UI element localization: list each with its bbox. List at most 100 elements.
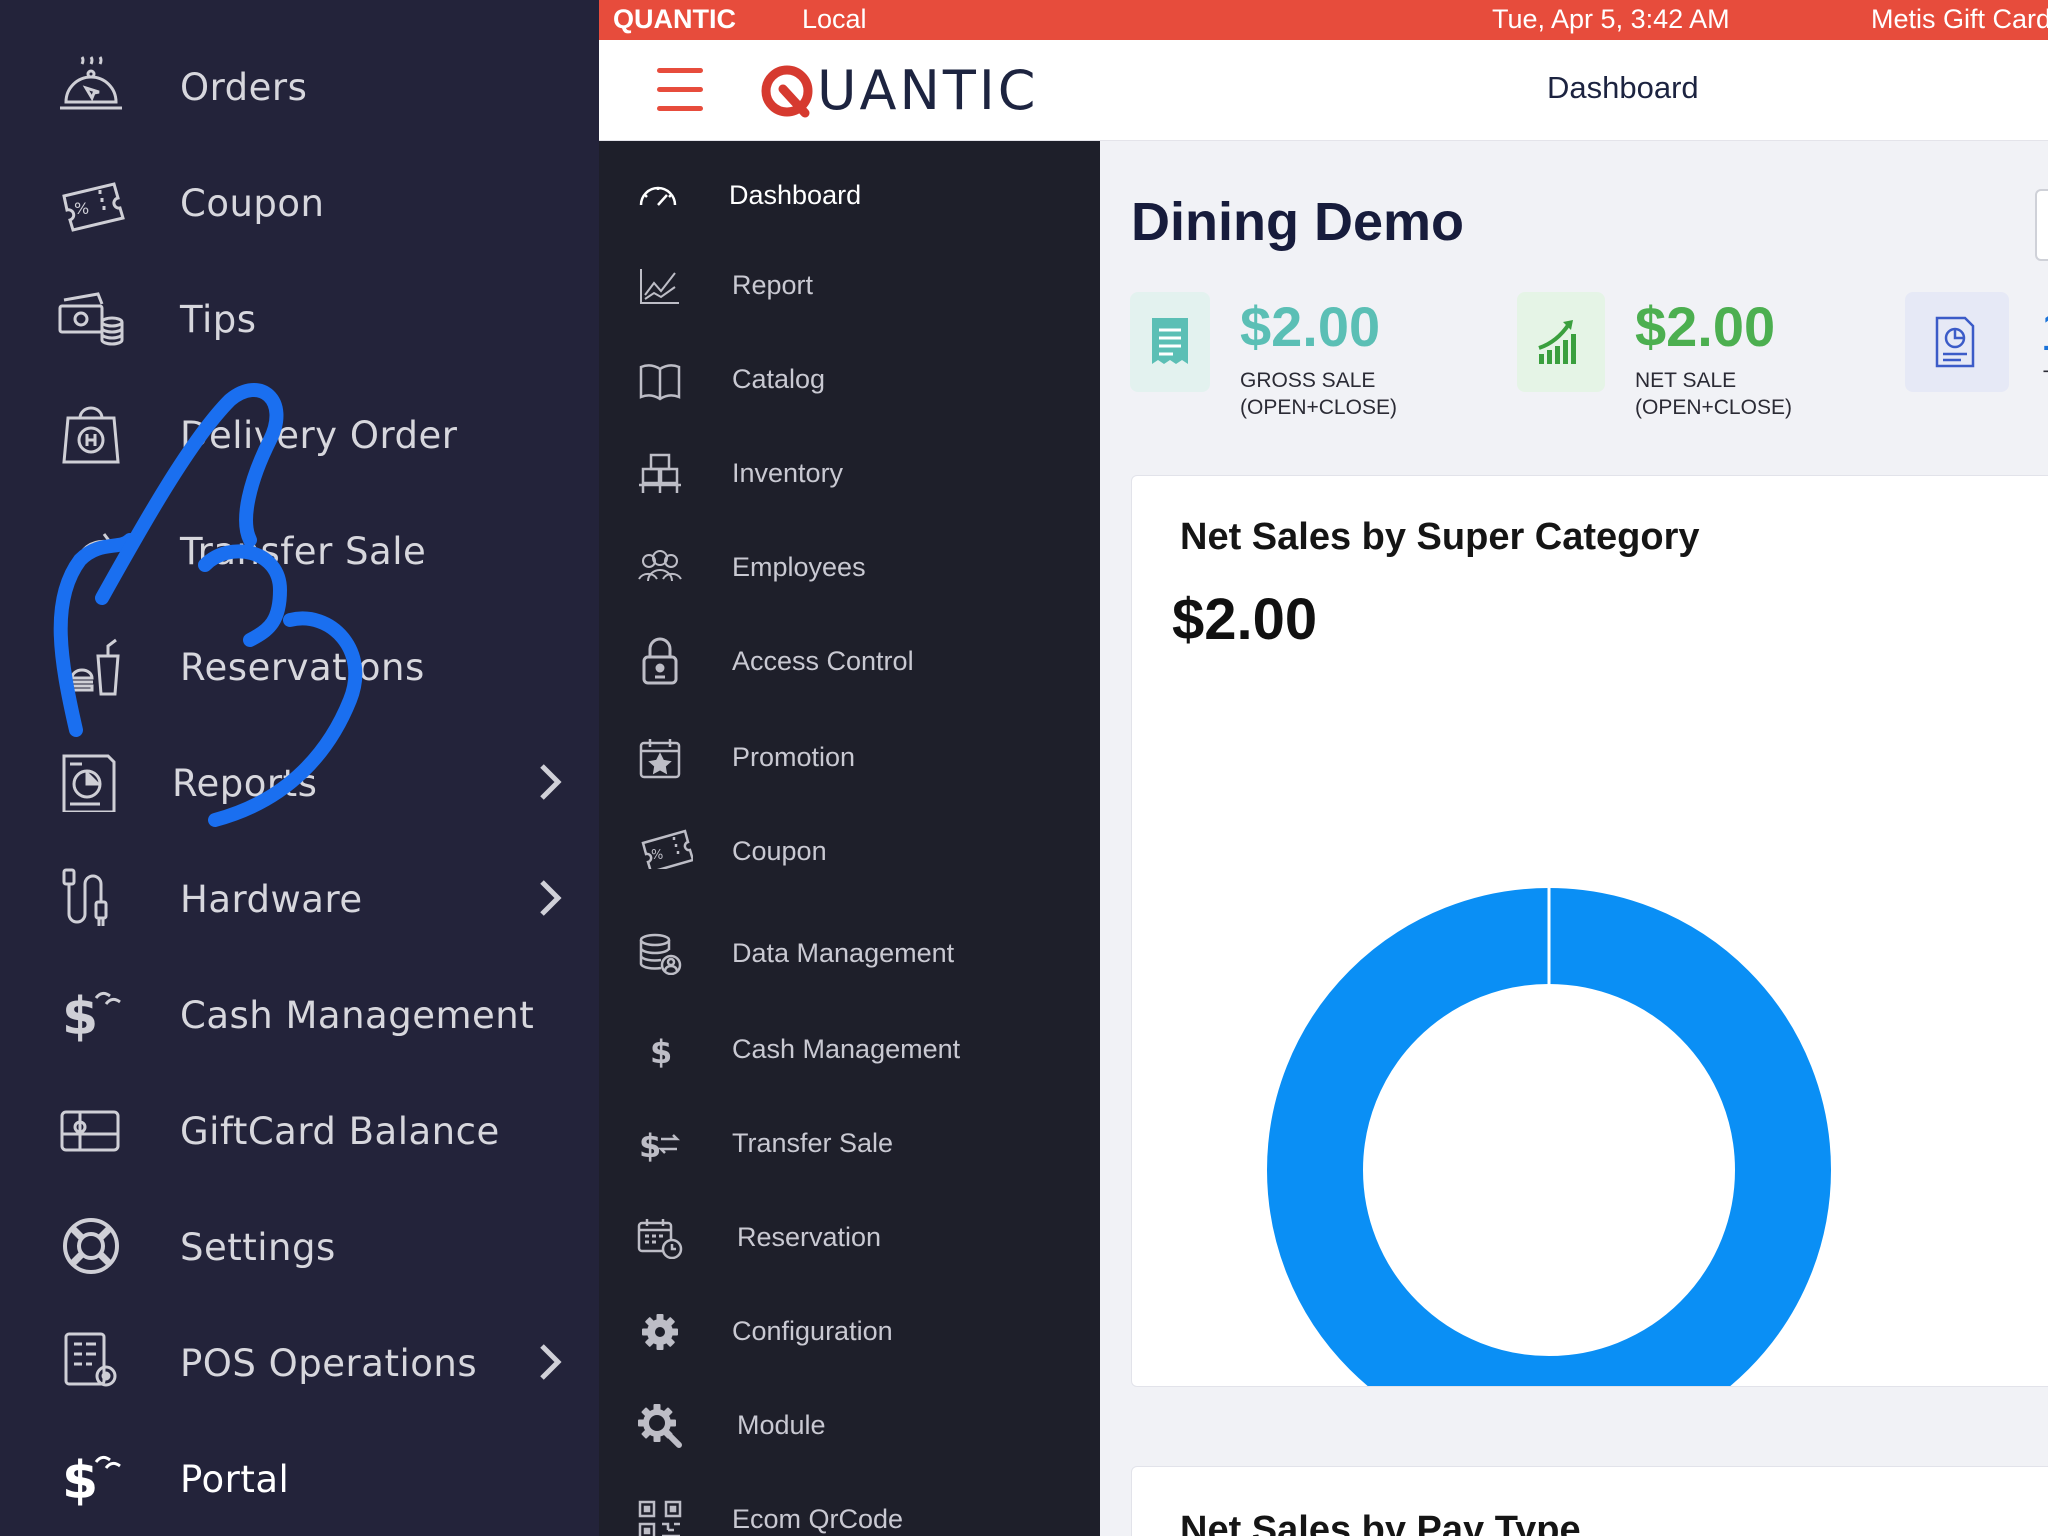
portal-dollar-icon: $: [56, 1448, 126, 1511]
pos-menu-label: POS Operations: [180, 1342, 478, 1385]
nav-item-dashboard[interactable]: Dashboard: [599, 155, 1100, 235]
dashboard-content: Dining Demo $2.00 GROSS SALE (OPEN+CLOSE…: [1100, 141, 2048, 1536]
chevron-right-icon: [532, 762, 568, 802]
pos-menu-label: Coupon: [180, 182, 325, 225]
transfer-arrow-icon: [56, 520, 126, 580]
nav-label: Catalog: [732, 364, 826, 394]
portal-window: QUANTIC Local Tue, Apr 5, 3:42 AM Metis …: [599, 0, 2048, 1536]
net-sales-by-pay-type-card: Net Sales by Pay Type: [1131, 1466, 2048, 1536]
nav-label: Inventory: [732, 458, 844, 488]
nav-item-access-control[interactable]: Access Control: [599, 621, 1100, 701]
nav-label: Coupon: [732, 836, 827, 866]
speedometer-icon: [635, 175, 681, 217]
nav-item-promotion[interactable]: Promotion: [599, 717, 1100, 797]
coupon-icon: %: [56, 172, 126, 232]
people-icon: [637, 547, 683, 589]
pos-menu-item-portal[interactable]: $ Portal: [0, 1420, 599, 1536]
nav-item-module[interactable]: Module: [599, 1385, 1100, 1465]
quantic-q-logo-icon: [761, 65, 813, 118]
pos-menu-item-orders[interactable]: Orders: [0, 28, 599, 144]
nav-label: Access Control: [732, 646, 914, 676]
date-filter-box[interactable]: [2035, 189, 2048, 261]
kpi-label-line1: GROSS SALE: [1240, 369, 1376, 392]
kpi-label: T: [2043, 367, 2048, 391]
nav-item-reservation[interactable]: Reservation: [599, 1197, 1100, 1277]
nav-label: Dashboard: [729, 180, 862, 210]
qr-code-icon: [637, 1499, 683, 1536]
dollar-icon: $: [637, 1029, 683, 1071]
quantic-logo: UANTIC: [759, 58, 1038, 124]
pos-operations-icon: [56, 1332, 126, 1392]
card-title: Net Sales by Pay Type: [1180, 1509, 1581, 1536]
nav-label: Ecom QrCode: [732, 1504, 904, 1534]
donut-slice-food[interactable]: [1267, 888, 1831, 1386]
pos-menu-item-coupon[interactable]: % Coupon: [0, 144, 599, 260]
pos-menu-label: Reports: [172, 762, 318, 805]
kpi-label: GROSS SALE (OPEN+CLOSE): [1240, 367, 1500, 421]
page-title: Dining Demo: [1131, 192, 1464, 252]
pos-menu-label: Portal: [180, 1458, 290, 1501]
calendar-clock-icon: [637, 1217, 683, 1260]
growth-chart-icon: [1517, 292, 1605, 392]
food-drink-icon: [56, 636, 126, 696]
pos-menu-label: Tips: [180, 298, 257, 341]
pos-menu-item-hardware[interactable]: Hardware: [0, 840, 599, 956]
pos-menu-label: Orders: [180, 66, 308, 109]
kpi-label-line2: (OPEN+CLOSE): [1635, 396, 1792, 419]
nav-label: Transfer Sale: [732, 1128, 894, 1158]
kpi-label-line2: (OPEN+CLOSE): [1240, 396, 1397, 419]
cash-coins-icon: [56, 288, 126, 348]
pos-menu-item-tips[interactable]: Tips: [0, 260, 599, 376]
nav-item-catalog[interactable]: Catalog: [599, 339, 1100, 419]
dollar-transfer-icon: $: [637, 1123, 683, 1165]
pos-menu-item-pos-operations[interactable]: POS Operations: [0, 1304, 599, 1420]
kpi-gross-sale: $2.00 GROSS SALE (OPEN+CLOSE): [1130, 292, 1490, 442]
nav-label: Module: [737, 1410, 826, 1440]
dollar-icon: $: [56, 984, 126, 1047]
pos-menu-item-transfer-sale[interactable]: Transfer Sale: [0, 492, 599, 608]
nav-item-transfer-sale[interactable]: $ Transfer Sale: [599, 1103, 1100, 1183]
portal-sidebar: Dashboard Report Catalog Inventory Emplo…: [599, 141, 1100, 1536]
pos-menu-item-giftcard-balance[interactable]: GiftCard Balance: [0, 1072, 599, 1188]
svg-text:$: $: [62, 1451, 98, 1508]
page-header-title: Dashboard: [1547, 70, 1699, 105]
nav-label: Employees: [732, 552, 866, 582]
nav-item-data-management[interactable]: Data Management: [599, 913, 1100, 993]
pallet-boxes-icon: [637, 453, 683, 495]
nav-item-coupon[interactable]: % Coupon: [599, 811, 1100, 891]
kpi-label: NET SALE (OPEN+CLOSE): [1635, 367, 1895, 421]
lifebuoy-icon: [56, 1216, 126, 1276]
nav-item-configuration[interactable]: Configuration: [599, 1291, 1100, 1371]
hamburger-menu-icon[interactable]: [657, 68, 703, 112]
pos-menu-label: GiftCard Balance: [180, 1110, 500, 1153]
database-user-icon: [637, 933, 683, 976]
giftcard-icon: [56, 1100, 126, 1160]
pos-menu-item-cash-management[interactable]: $ Cash Management: [0, 956, 599, 1072]
pos-menu-label: Hardware: [180, 878, 363, 921]
book-icon: [637, 359, 683, 401]
svg-text:%: %: [651, 848, 663, 863]
pos-menu-item-delivery-order[interactable]: Delivery Order: [0, 376, 599, 492]
nav-item-report[interactable]: Report: [599, 245, 1100, 325]
pos-menu-item-settings[interactable]: Settings: [0, 1188, 599, 1304]
status-mode: Local: [802, 4, 867, 34]
status-brand: QUANTIC: [613, 4, 736, 34]
nav-item-cash-management[interactable]: $ Cash Management: [599, 1009, 1100, 1089]
pos-sidebar: Orders % Coupon Tips Delivery Order Tran…: [0, 0, 599, 1536]
nav-label: Report: [732, 270, 814, 300]
pos-menu-item-reports[interactable]: Reports: [0, 724, 599, 840]
donut-chart: Food: [1267, 887, 1831, 1386]
kpi-value: $2.00: [1240, 295, 1381, 358]
chevron-right-icon: [532, 1342, 568, 1382]
kpi-net-sale: $2.00 NET SALE (OPEN+CLOSE): [1517, 292, 1877, 442]
report-document-icon: [1905, 292, 2009, 392]
kpi-value: 1: [2040, 298, 2048, 363]
nav-item-inventory[interactable]: Inventory: [599, 433, 1100, 513]
delivery-bag-icon: [56, 404, 126, 464]
gear-search-icon: [635, 1401, 685, 1449]
nav-item-employees[interactable]: Employees: [599, 527, 1100, 607]
nav-label: Cash Management: [732, 1034, 961, 1064]
line-chart-icon: [637, 265, 683, 307]
pos-menu-item-reservations[interactable]: Reservations: [0, 608, 599, 724]
nav-item-ecom-qrcode[interactable]: Ecom QrCode: [599, 1479, 1100, 1536]
